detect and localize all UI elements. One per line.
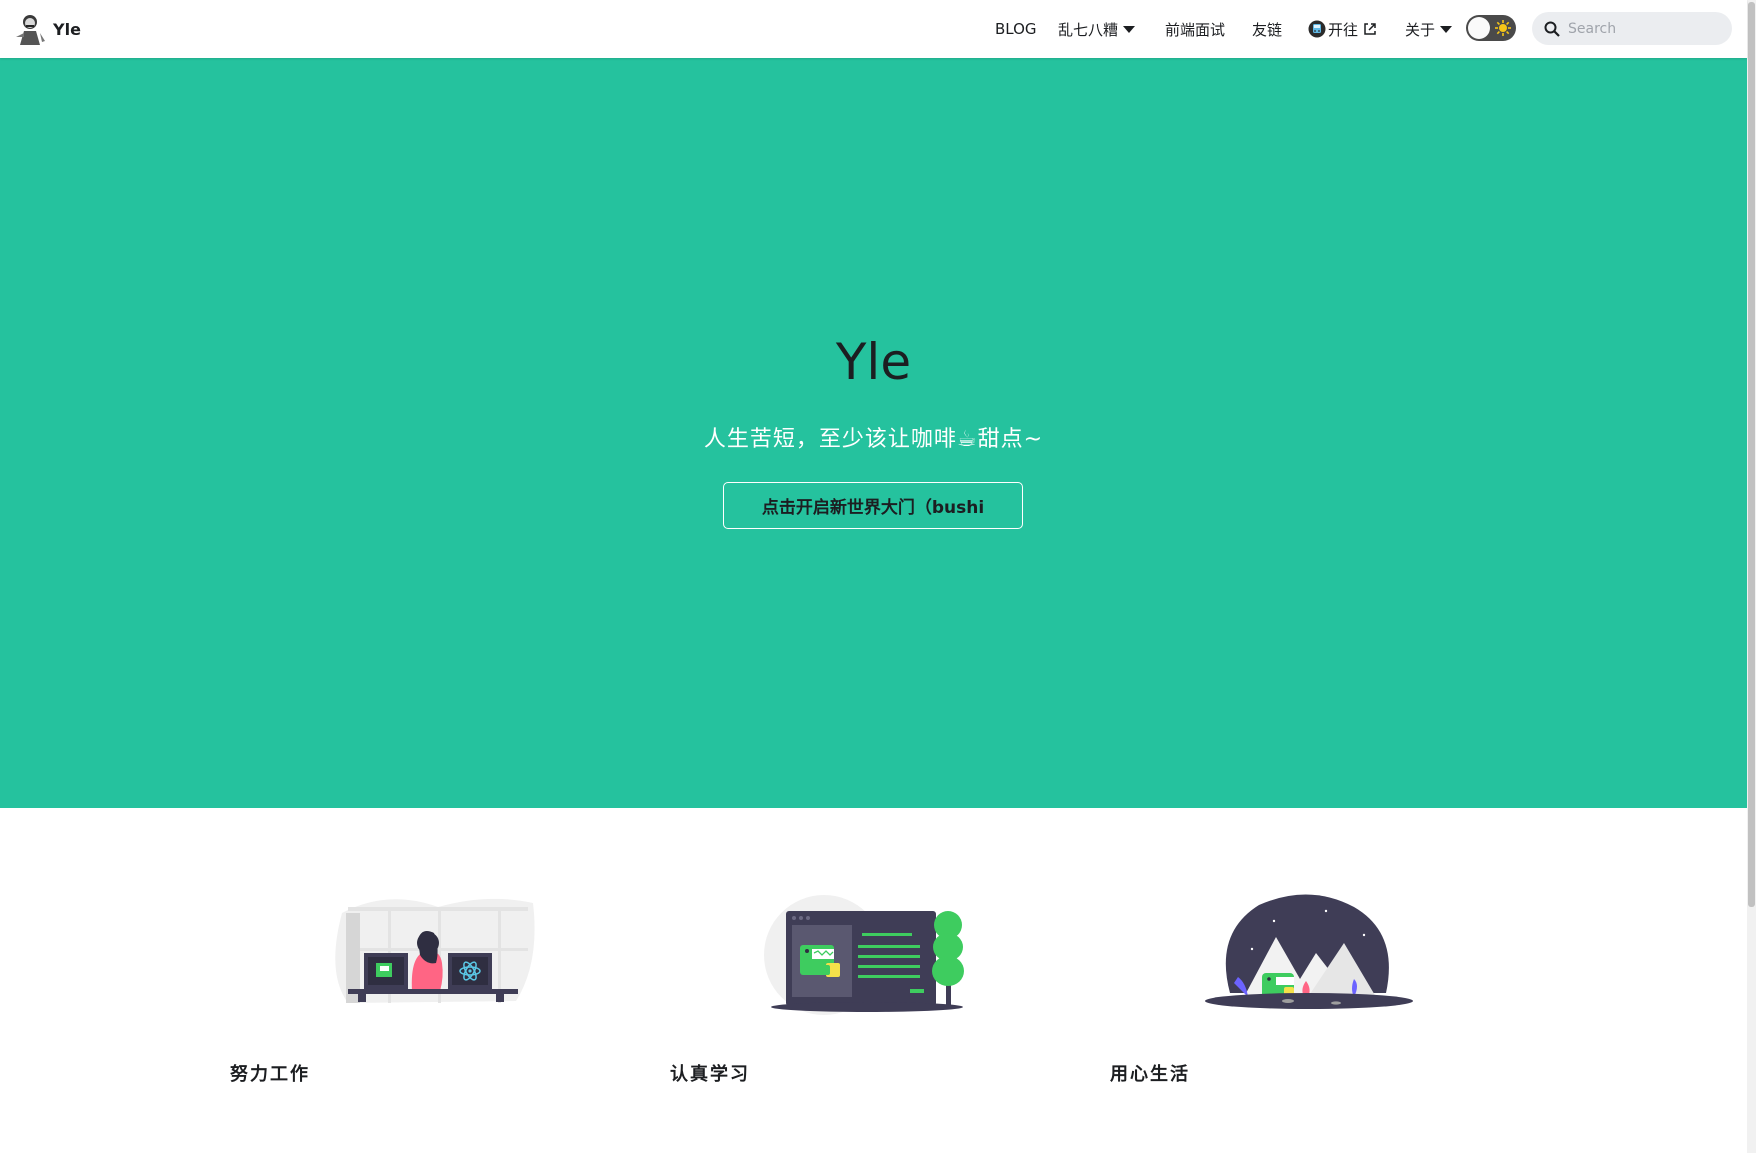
feature-label: 认真学习 xyxy=(670,1064,750,1085)
search-input[interactable] xyxy=(1568,20,1728,37)
nav-misc-label: 乱七八糟 xyxy=(1058,20,1119,39)
caret-down-icon xyxy=(1440,25,1453,33)
hero-cta-button[interactable]: 点击开启新世界大门（bushi xyxy=(723,482,1023,529)
feature-label: 努力工作 xyxy=(230,1064,310,1085)
brand-title: Yle xyxy=(53,19,81,39)
hero-subtitle: 人生苦短，至少该让咖啡☕甜点~ xyxy=(703,427,1044,452)
feature-label: 用心生活 xyxy=(1110,1064,1190,1085)
nav-travel[interactable]: 开往 xyxy=(1308,0,1377,58)
life-illustration xyxy=(1205,894,1413,1009)
feature-life: 用心生活 xyxy=(1100,808,1540,1108)
nav-interview[interactable]: 前端面试 xyxy=(1165,0,1225,58)
page-scrollbar[interactable] xyxy=(1747,0,1756,1153)
nav-about-dropdown[interactable]: 关于 xyxy=(1405,0,1453,58)
brand-link[interactable]: Yle xyxy=(12,10,81,48)
work-illustration xyxy=(335,898,535,1003)
feature-work: 努力工作 xyxy=(220,808,660,1108)
scrollbar-thumb[interactable] xyxy=(1748,2,1755,907)
nav-travel-label: 开往 xyxy=(1328,20,1359,39)
toggle-knob xyxy=(1468,17,1490,39)
nav-friend-links[interactable]: 友链 xyxy=(1252,0,1282,58)
hero-title: Yle xyxy=(835,333,912,391)
train-icon xyxy=(1308,20,1326,38)
search-box[interactable] xyxy=(1532,12,1732,45)
nav-blog[interactable]: BLOG xyxy=(995,0,1037,58)
brand-logo xyxy=(12,11,48,47)
external-link-icon xyxy=(1364,23,1376,35)
hero-banner: Yle 人生苦短，至少该让咖啡☕甜点~ 点击开启新世界大门（bushi xyxy=(0,58,1747,808)
nav-about-label: 关于 xyxy=(1405,20,1436,39)
features-section: 努力工作 认真学习 用心生活 xyxy=(0,808,1747,1153)
nav-misc-dropdown[interactable]: 乱七八糟 xyxy=(1058,0,1136,58)
feature-study: 认真学习 xyxy=(660,808,1100,1108)
caret-down-icon xyxy=(1123,25,1136,33)
search-icon xyxy=(1544,21,1560,37)
study-illustration xyxy=(764,895,964,1015)
sun-icon xyxy=(1495,20,1511,36)
theme-toggle[interactable] xyxy=(1466,15,1516,41)
navbar: Yle BLOG 乱七八糟 前端面试 友链 开往 关于 xyxy=(0,0,1747,58)
